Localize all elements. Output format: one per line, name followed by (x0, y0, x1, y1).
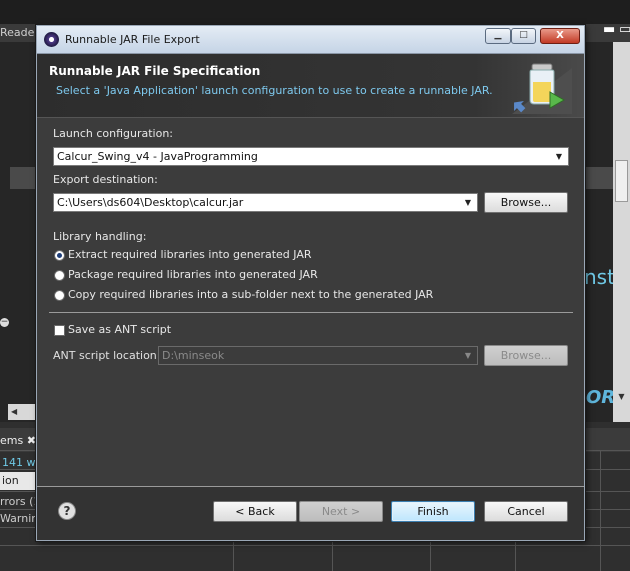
dialog-title: Runnable JAR File Export (65, 33, 200, 46)
editor-text-fragment: nst (584, 265, 615, 289)
maximize-view-icon[interactable]: ▭ (619, 22, 630, 37)
finish-button[interactable]: Finish (391, 501, 475, 522)
dialog-titlebar[interactable]: Runnable JAR File Export ▁ □ X (37, 26, 584, 54)
scroll-left-arrow-icon[interactable]: ◀ (8, 404, 38, 420)
problems-tab-label: ems (0, 434, 24, 447)
close-tab-icon[interactable]: ✖ (27, 434, 36, 447)
table-row[interactable]: ion (0, 472, 40, 490)
ant-script-location-value: D:\minseok (162, 349, 225, 362)
scroll-down-arrow-icon[interactable]: ▼ (613, 390, 630, 404)
wizard-header: Runnable JAR File Specification Select a… (37, 54, 584, 118)
package-libraries-label[interactable]: Package required libraries into generate… (68, 268, 318, 281)
browse-destination-button[interactable]: Browse... (484, 192, 568, 213)
ant-script-location-label: ANT script location: (53, 349, 161, 362)
page-description: Select a 'Java Application' launch confi… (56, 84, 493, 97)
minimize-button[interactable]: ▁ (485, 28, 511, 44)
save-ant-script-checkbox[interactable] (54, 325, 65, 336)
editor-tab-label[interactable]: Reade (0, 26, 34, 39)
help-icon[interactable]: ? (58, 502, 76, 520)
library-handling-label: Library handling: (53, 230, 147, 243)
grid-line (600, 450, 601, 571)
radio-copy-libraries[interactable] (54, 290, 65, 301)
next-button: Next > (299, 501, 383, 522)
launch-config-select[interactable]: Calcur_Swing_v4 - JavaProgramming ▼ (53, 147, 569, 166)
export-destination-value: C:\Users\ds604\Desktop\calcur.jar (57, 196, 244, 209)
launch-config-label: Launch configuration: (53, 127, 174, 140)
collapse-icon[interactable]: − (0, 318, 9, 327)
save-ant-script-label[interactable]: Save as ANT script (68, 323, 171, 336)
table-row[interactable]: rrors (1 (0, 495, 40, 508)
separator (49, 312, 573, 313)
chevron-down-icon[interactable]: ▼ (461, 194, 475, 211)
radio-package-libraries[interactable] (54, 270, 65, 281)
radio-extract-libraries[interactable] (54, 250, 65, 261)
copy-libraries-label[interactable]: Copy required libraries into a sub-folde… (68, 288, 433, 301)
maximize-button[interactable]: □ (511, 28, 536, 44)
export-destination-label: Export destination: (53, 173, 158, 186)
export-destination-input[interactable]: C:\Users\ds604\Desktop\calcur.jar ▼ (53, 193, 478, 212)
ide-left-panel (0, 42, 36, 422)
launch-config-value: Calcur_Swing_v4 - JavaProgramming (57, 150, 258, 163)
browse-ant-location-button: Browse... (484, 345, 568, 366)
problems-count: 141 w (2, 456, 36, 469)
chevron-down-icon: ▼ (464, 351, 472, 360)
minimize-view-icon[interactable]: ▬ (603, 22, 615, 37)
chevron-down-icon[interactable]: ▼ (552, 148, 566, 165)
ide-right-highlight (585, 167, 615, 189)
cancel-button[interactable]: Cancel (484, 501, 568, 522)
editor-vertical-scrollbar[interactable] (613, 42, 630, 422)
eclipse-icon (44, 32, 59, 47)
back-button[interactable]: < Back (213, 501, 297, 522)
editor-text-fragment-or: OR (586, 387, 616, 408)
ant-script-location-input: D:\minseok ▼ (158, 346, 478, 365)
grid-line (0, 545, 630, 546)
runnable-jar-export-dialog: Runnable JAR File Export ▁ □ X Runnable … (36, 25, 585, 541)
scrollbar-thumb[interactable] (615, 160, 628, 202)
page-title: Runnable JAR File Specification (49, 64, 261, 78)
close-button[interactable]: X (540, 28, 580, 44)
extract-libraries-label[interactable]: Extract required libraries into generate… (68, 248, 312, 261)
jar-export-icon (512, 63, 572, 114)
problems-tab[interactable]: ems ✖ (0, 434, 36, 447)
